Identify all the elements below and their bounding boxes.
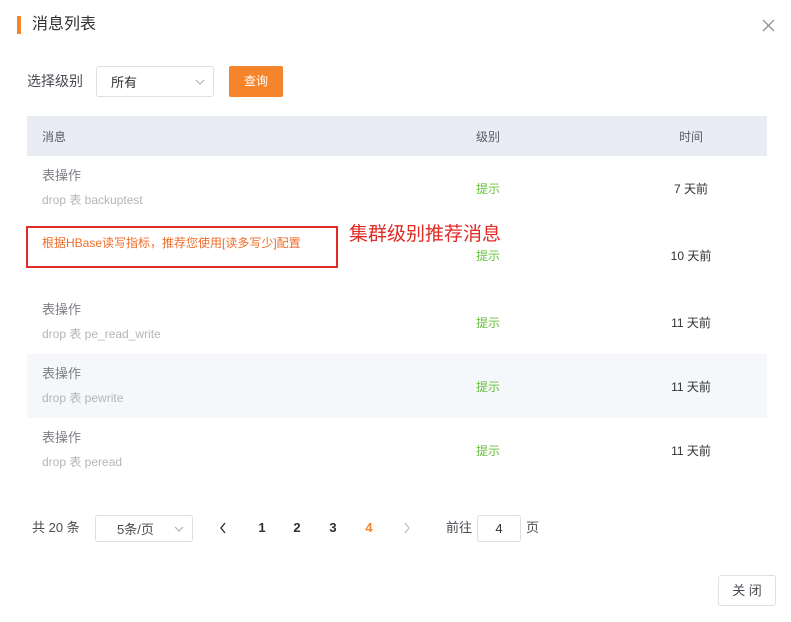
column-header-time: 时间 <box>678 129 703 144</box>
level-badge: 提示 <box>475 379 500 394</box>
level-badge: 提示 <box>475 181 500 196</box>
title-accent-bar <box>17 16 21 34</box>
query-button[interactable]: 查询 <box>229 66 283 97</box>
level-cell: 提示 <box>361 418 615 482</box>
column-header-level: 级别 <box>475 129 500 144</box>
chevron-down-icon <box>174 524 184 534</box>
message-time: 11 天前 <box>671 379 711 394</box>
page-number[interactable]: 4 <box>357 518 381 538</box>
close-icon[interactable] <box>762 19 775 32</box>
chevron-down-icon <box>195 77 205 87</box>
level-select-value: 所有 <box>111 75 138 90</box>
level-cell: 提示 <box>361 156 615 220</box>
chevron-right-icon[interactable] <box>403 522 411 534</box>
message-time: 11 天前 <box>671 315 711 330</box>
level-filter-label: 选择级别 <box>27 73 83 89</box>
message-detail: drop 表 peread <box>42 455 123 469</box>
close-button[interactable]: 关 闭 <box>718 575 776 606</box>
message-time: 11 天前 <box>671 443 711 458</box>
time-cell: 11 天前 <box>615 354 767 418</box>
level-badge: 提示 <box>475 315 500 330</box>
message-detail: drop 表 pewrite <box>42 391 124 405</box>
level-cell: 提示 <box>361 290 615 354</box>
message-time: 10 天前 <box>670 248 712 263</box>
message-cell: 表操作 drop 表 peread <box>27 418 361 482</box>
table-row[interactable]: 表操作 drop 表 backuptest 提示 7 天前 <box>27 156 767 220</box>
jump-page-input[interactable] <box>477 515 521 542</box>
page-number[interactable]: 1 <box>250 518 274 538</box>
message-cell: 表操作 drop 表 backuptest <box>27 156 361 220</box>
message-time: 7 天前 <box>673 181 708 196</box>
message-cell: 表操作 drop 表 pewrite <box>27 354 361 418</box>
page-size-value: 5条/页 <box>117 522 154 537</box>
message-title: 表操作 <box>42 430 82 445</box>
table-row[interactable]: 表操作 drop 表 pe_read_write 提示 11 天前 <box>27 290 767 354</box>
time-cell: 11 天前 <box>615 290 767 354</box>
jump-suffix: 页 <box>526 520 540 535</box>
table-row[interactable]: 表操作 drop 表 pewrite 提示 11 天前 <box>27 354 767 418</box>
message-table: 消息 级别 时间 表操作 drop 表 backuptest 提示 7 天前 根… <box>27 116 767 482</box>
annotation-label: 集群级别推荐消息 <box>349 224 502 245</box>
time-cell: 10 天前 <box>615 220 767 290</box>
page-size-select[interactable]: 5条/页 <box>95 515 193 542</box>
pagination-total: 共 20 条 <box>32 520 80 535</box>
time-cell: 7 天前 <box>615 156 767 220</box>
message-title: 表操作 <box>42 366 82 381</box>
level-cell: 提示 <box>361 354 615 418</box>
message-title: 表操作 <box>42 168 82 183</box>
message-detail: drop 表 backuptest <box>42 193 143 207</box>
level-badge: 提示 <box>475 248 500 263</box>
jump-label: 前往 <box>446 520 473 535</box>
dialog-title: 消息列表 <box>32 16 97 33</box>
column-header-message: 消息 <box>42 129 67 144</box>
annotation-highlight-box <box>26 226 338 268</box>
level-badge: 提示 <box>475 443 500 458</box>
message-detail: drop 表 pe_read_write <box>42 327 161 341</box>
table-header: 消息 级别 时间 <box>27 116 767 156</box>
message-cell: 表操作 drop 表 pe_read_write <box>27 290 361 354</box>
table-row[interactable]: 表操作 drop 表 peread 提示 11 天前 <box>27 418 767 482</box>
chevron-left-icon[interactable] <box>219 522 227 534</box>
page-number[interactable]: 2 <box>285 518 309 538</box>
message-title: 表操作 <box>42 302 82 317</box>
time-cell: 11 天前 <box>615 418 767 482</box>
page-number[interactable]: 3 <box>321 518 345 538</box>
level-select[interactable]: 所有 <box>96 66 214 97</box>
